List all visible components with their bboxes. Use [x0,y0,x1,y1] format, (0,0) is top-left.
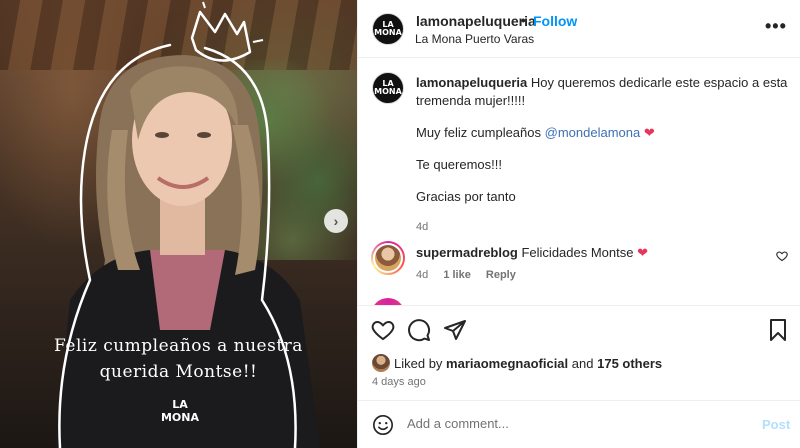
caption-line4: Gracias por tanto [416,189,516,204]
comments-section: LA MONA lamonapeluqueria Hoy queremos de… [358,59,800,305]
post-timestamp[interactable]: 4 days ago [372,376,426,388]
comment-like-icon[interactable] [776,250,788,262]
comment-text: Felicidades Montse [521,245,634,260]
separator-dot: • [521,12,526,28]
heart-emoji: ❤ [643,125,655,140]
commenter-avatar[interactable] [371,241,405,275]
comment-age[interactable]: 4d [416,269,428,281]
caption-username[interactable]: lamonapeluqueria [416,75,527,90]
liker-avatar[interactable] [372,354,390,372]
caption-age[interactable]: 4d [416,218,791,236]
comment-icon[interactable] [407,318,431,342]
bookmark-icon[interactable] [766,318,790,342]
post-comment-button[interactable]: Post [762,417,790,432]
post-location[interactable]: La Mona Puerto Varas [415,32,534,46]
media-caption-line2: querida Montse!! [99,362,258,382]
more-icon[interactable]: ••• [765,16,787,37]
likes-summary: Liked by mariaomegnaoficial and 175 othe… [372,354,662,372]
liked-by-prefix: Liked by [394,355,443,371]
heart-emoji: ❤ [637,245,649,260]
comment-likes[interactable]: 1 like [443,269,471,281]
liked-by-user[interactable]: mariaomegnaoficial [446,356,568,371]
next-media-button[interactable]: › [324,209,348,233]
post-side-panel: LA MONA lamonapeluqueria Follow • La Mon… [357,0,800,448]
liked-by-and: and [571,355,594,371]
emoji-icon[interactable] [372,414,394,436]
commenter-username[interactable]: supermadreblog [416,245,518,260]
avatar-text-bottom: MONA [374,87,402,96]
caption-avatar[interactable]: LA MONA [372,72,404,104]
caption-line3: Te queremos!!! [416,157,502,172]
media-logo-bottom: MONA [160,411,200,424]
comment-input[interactable] [407,416,737,431]
media-logo: LA MONA [150,398,210,438]
media-logo-top: LA [172,398,188,411]
author-avatar[interactable]: LA MONA [372,13,404,45]
post-media[interactable]: Feliz cumpleaños a nuestra querida Monts… [0,0,357,448]
heart-icon[interactable] [371,318,395,342]
follow-button[interactable]: Follow [533,13,577,29]
liked-by-others[interactable]: 175 others [597,356,662,371]
caption-line2: Muy feliz cumpleaños [416,125,545,140]
chevron-right-icon: › [333,213,339,229]
avatar-text-bottom: MONA [374,28,402,37]
avatar-image [375,245,401,271]
caption-text: lamonapeluqueria Hoy queremos dedicarle … [416,74,791,236]
media-caption-line1: Feliz cumpleaños a nuestra [54,336,303,356]
next-commenter-avatar[interactable] [371,298,405,305]
add-comment-bar: Post [358,400,800,448]
author-username[interactable]: lamonapeluqueria [416,13,536,29]
mention-link[interactable]: @mondelamona [545,125,641,140]
post-actions: Liked by mariaomegnaoficial and 175 othe… [358,305,800,400]
post-header: LA MONA lamonapeluqueria Follow • La Mon… [358,0,800,58]
reply-button[interactable]: Reply [486,269,516,281]
share-icon[interactable] [443,318,467,342]
